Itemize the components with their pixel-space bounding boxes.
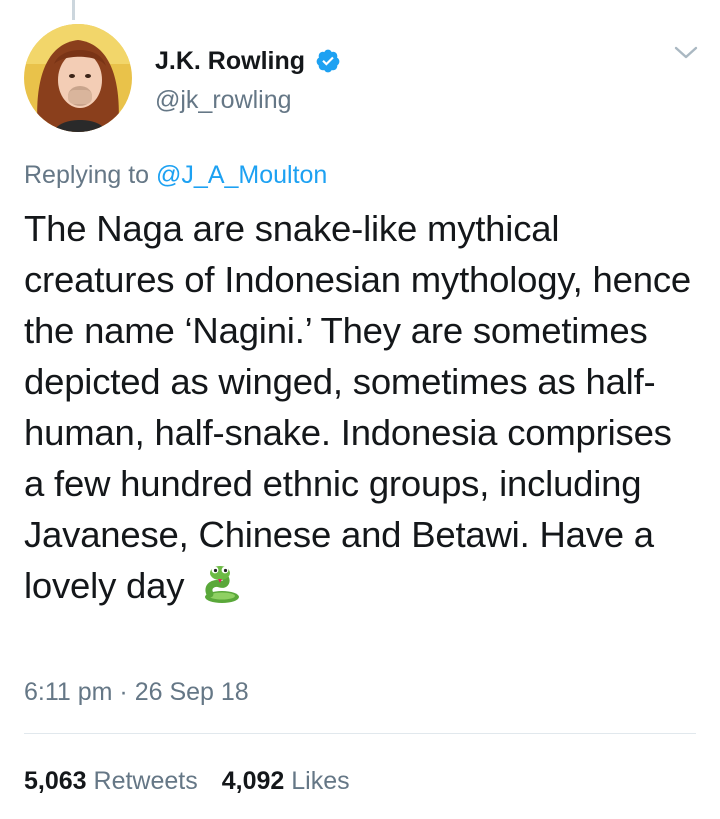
retweets-stat[interactable]: 5,063 Retweets bbox=[24, 764, 198, 798]
likes-count: 4,092 bbox=[221, 767, 285, 795]
snake-emoji-icon bbox=[198, 564, 244, 604]
tweet-stats: 5,063 Retweets 4,092 Likes bbox=[24, 764, 350, 798]
divider bbox=[24, 733, 696, 734]
author-display-name[interactable]: J.K. Rowling bbox=[155, 44, 305, 78]
likes-label: Likes bbox=[291, 767, 350, 795]
avatar[interactable] bbox=[24, 24, 132, 132]
author-handle[interactable]: @jk_rowling bbox=[155, 84, 292, 116]
retweets-count: 5,063 bbox=[24, 767, 87, 795]
likes-stat[interactable]: 4,092 Likes bbox=[222, 764, 350, 798]
tweet-timestamp[interactable]: 6:11 pm · 26 Sep 18 bbox=[24, 675, 249, 709]
reply-user-link[interactable]: @J_A_Moulton bbox=[156, 161, 327, 189]
tweet-text: The Naga are snake-like mythical creatur… bbox=[24, 208, 691, 606]
retweets-label: Retweets bbox=[93, 767, 198, 795]
thread-connector-line bbox=[72, 0, 75, 20]
tweet-text-block: The Naga are snake-like mythical creatur… bbox=[24, 203, 696, 611]
author-name-row: J.K. Rowling bbox=[155, 44, 341, 78]
reply-prefix: Replying to bbox=[24, 161, 157, 189]
chevron-down-icon[interactable] bbox=[672, 42, 700, 64]
reply-context: Replying to @J_A_Moulton bbox=[24, 158, 327, 192]
verified-badge-icon bbox=[315, 48, 341, 74]
